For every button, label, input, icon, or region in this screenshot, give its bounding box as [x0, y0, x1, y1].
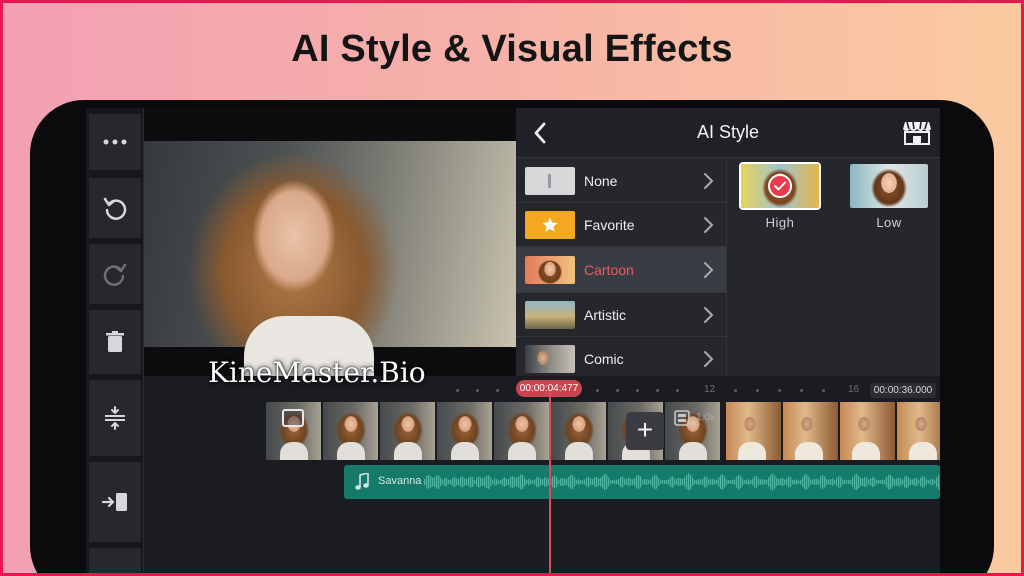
- level-option-low[interactable]: Low: [850, 164, 928, 230]
- total-duration: 00:00:36.000: [870, 383, 936, 398]
- none-thumbnail: [525, 167, 575, 195]
- music-note-icon: [355, 473, 369, 490]
- video-clip-track[interactable]: [266, 402, 940, 460]
- preview-frame-image: [144, 141, 516, 380]
- audio-track-name: Savanna: [378, 475, 422, 487]
- level-thumbnail: [850, 164, 928, 208]
- ruler-label: 16: [848, 384, 860, 395]
- clip-frame: [840, 402, 896, 460]
- level-label: Low: [876, 215, 902, 230]
- comic-thumbnail: [525, 345, 575, 373]
- image-clip-icon: [282, 409, 304, 427]
- clip-frame: [494, 402, 550, 460]
- level-option-high[interactable]: High: [739, 162, 821, 230]
- timeline[interactable]: 12 16 00:00:04:477 00:00:36.000 + 1.0x S…: [144, 376, 940, 576]
- artistic-thumbnail: [525, 301, 575, 329]
- style-label: Artistic: [584, 307, 626, 323]
- clip-frame: [783, 402, 839, 460]
- clip-frame: [726, 402, 782, 460]
- more-icon: [103, 139, 127, 145]
- clip-frame: [437, 402, 493, 460]
- style-label: Favorite: [584, 217, 635, 233]
- panel-title: AI Style: [696, 122, 760, 142]
- clip-frame: [323, 402, 379, 460]
- star-icon: [542, 217, 558, 232]
- style-item-artistic[interactable]: Artistic: [516, 293, 726, 337]
- clip-frame: [897, 402, 940, 460]
- undo-button[interactable]: [89, 178, 141, 238]
- cartoon-thumbnail: [525, 256, 575, 284]
- redo-button[interactable]: [89, 244, 141, 304]
- promo-headline: AI Style & Visual Effects: [291, 28, 733, 70]
- more-button[interactable]: [89, 114, 141, 170]
- style-item-favorite[interactable]: Favorite: [516, 203, 726, 247]
- chevron-right-icon: [704, 351, 714, 367]
- level-label: High: [765, 215, 795, 230]
- audio-track[interactable]: Savanna: [344, 465, 940, 499]
- chevron-right-icon: [704, 262, 714, 278]
- export-icon: [102, 493, 127, 511]
- ruler-label: 12: [704, 384, 716, 395]
- panel-header: AI Style: [516, 108, 940, 158]
- export-button[interactable]: [89, 462, 141, 542]
- chevron-right-icon: [704, 173, 714, 189]
- delete-icon: [106, 331, 124, 352]
- transition-icon[interactable]: [674, 410, 690, 426]
- chevron-right-icon: [704, 307, 714, 323]
- clip-frame: [380, 402, 436, 460]
- extra-tool-button[interactable]: [89, 548, 141, 576]
- add-clip-button[interactable]: +: [626, 412, 664, 450]
- watermark-text: KineMaster.Bio: [208, 356, 426, 389]
- style-label: Comic: [584, 351, 624, 367]
- style-item-cartoon[interactable]: Cartoon: [516, 247, 726, 293]
- store-icon: [903, 121, 931, 145]
- check-icon: [768, 174, 792, 198]
- playhead[interactable]: [549, 392, 551, 576]
- audio-waveform: [424, 473, 940, 491]
- style-label: Cartoon: [584, 262, 634, 278]
- style-category-list: None Favorite Cartoon Artistic Comic: [516, 159, 726, 376]
- level-thumbnail: [739, 162, 821, 210]
- style-label: None: [584, 173, 618, 189]
- redo-icon: [103, 263, 127, 286]
- undo-icon: [103, 197, 127, 220]
- style-item-comic[interactable]: Comic: [516, 337, 726, 381]
- favorite-thumbnail: [525, 211, 575, 239]
- app-screen: AI Style None Favorite Cartoon Artistic …: [86, 108, 940, 576]
- style-item-none[interactable]: None: [516, 159, 726, 203]
- split-adjust-button[interactable]: [89, 380, 141, 456]
- ai-style-panel: AI Style None Favorite Cartoon Artistic …: [516, 108, 940, 376]
- split-adjust-icon: [105, 406, 125, 430]
- clip-frame: [551, 402, 607, 460]
- style-strength-options: High Low: [726, 159, 940, 376]
- delete-button[interactable]: [89, 310, 141, 374]
- chevron-right-icon: [704, 217, 714, 233]
- clip-speed-label: 1.0x: [696, 412, 715, 423]
- video-preview[interactable]: [144, 108, 516, 380]
- asset-store-button[interactable]: [902, 120, 932, 146]
- left-toolbar: [86, 108, 144, 576]
